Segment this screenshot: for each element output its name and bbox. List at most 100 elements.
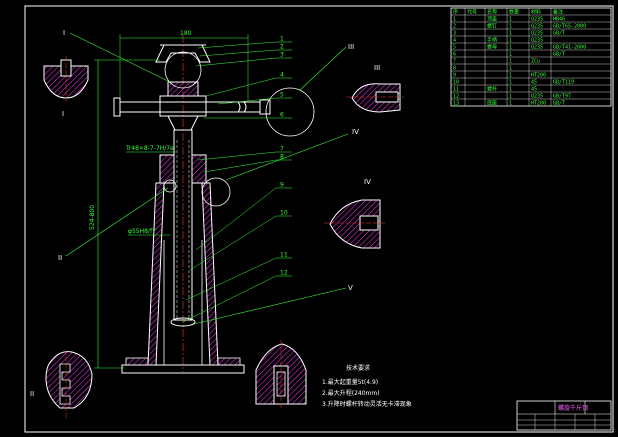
title-block: 螺旋千斤顶 bbox=[516, 400, 612, 431]
parts-table-cell: 1 bbox=[509, 38, 512, 44]
parts-table-cell: 5 bbox=[453, 45, 456, 51]
parts-table-cell: 7 bbox=[453, 59, 456, 65]
handle-end-left bbox=[113, 97, 121, 117]
parts-table-cell: 1 bbox=[509, 101, 512, 107]
main-assembly-view: 180 524-800 Tr48×8-7-7H/7e φ55H8/f7 1234… bbox=[58, 29, 359, 374]
part-number-label: 2 bbox=[280, 44, 284, 51]
part-number-label: 10 bbox=[280, 210, 288, 217]
parts-table-cell: 9 bbox=[453, 73, 456, 79]
detail-view-II: II bbox=[30, 350, 93, 418]
parts-table-cell: Q235 bbox=[531, 94, 543, 100]
detail-II-label-below: II bbox=[30, 390, 34, 398]
cad-drawing: 序 代号 名称 数量 材料 备注 1 顶盖 1 Q235 HB46 2 螺钉 1 Q235 GB/T65-20… bbox=[24, 5, 614, 433]
part-number-label: 5 bbox=[280, 92, 284, 99]
dim-overall-height-text: 524-800 bbox=[89, 205, 96, 230]
part-number-label: 6 bbox=[280, 112, 284, 119]
parts-table-cell: 1 bbox=[509, 73, 512, 79]
parts-table-cell: ZCu bbox=[531, 59, 540, 65]
detail-view-V bbox=[255, 340, 307, 410]
tech-notes: 技术要求 1.最大起重量5t(4.9) 2.最大升程(240mm) 3.升降时螺… bbox=[322, 364, 412, 408]
parts-table-cell: 3 bbox=[453, 31, 456, 37]
parts-table-cell: GB/T65-2000 bbox=[553, 24, 586, 30]
head-block bbox=[167, 81, 199, 97]
parts-table-cell: 1 bbox=[509, 24, 512, 30]
part-number-label: 4 bbox=[280, 72, 284, 79]
parts-table-cell: 螺钉 bbox=[487, 23, 497, 30]
base-left-wall bbox=[147, 182, 165, 366]
part-leader-line bbox=[189, 215, 277, 271]
parts-table-cell: GB/T bbox=[553, 31, 565, 37]
detail-view-IV: IV bbox=[324, 178, 386, 249]
leader-view-IV bbox=[225, 133, 349, 181]
part-leader-line bbox=[182, 275, 277, 323]
detail-IV-label: IV bbox=[364, 178, 371, 186]
view-label-I: I bbox=[63, 29, 65, 37]
detail-I-label-below: I bbox=[62, 110, 64, 118]
parts-table-cell: 手柄 bbox=[487, 37, 497, 44]
view-label-V: V bbox=[348, 284, 353, 292]
parts-table-cell: 8 bbox=[453, 66, 456, 72]
parts-table-cell: 1 bbox=[509, 17, 512, 23]
parts-table-cell: 45 bbox=[531, 87, 537, 93]
parts-table-cell: Q235 bbox=[531, 38, 543, 44]
parts-table-cell: Q235 bbox=[531, 31, 543, 37]
parts-table-cell: Q235 bbox=[531, 24, 543, 30]
part-leader-line bbox=[203, 159, 277, 173]
parts-table-cell: HT200 bbox=[531, 101, 546, 107]
view-label-IV: IV bbox=[352, 128, 359, 136]
dim-fit-1-text: Tr48×8-7-7H/7e bbox=[125, 145, 174, 152]
base-right-wall bbox=[201, 182, 219, 366]
parts-table-cell: 螺母 bbox=[487, 44, 497, 51]
tech-note-2: 2.最大升程(240mm) bbox=[322, 389, 380, 397]
parts-table-cell: HB46 bbox=[553, 17, 565, 23]
tech-note-1: 1.最大起重量5t(4.9) bbox=[322, 378, 378, 386]
parts-table-cell: 1 bbox=[509, 52, 512, 58]
detail-II-thread bbox=[59, 363, 71, 405]
dim-fit-2-text: φ55H8/f7 bbox=[128, 228, 156, 235]
parts-table-header-cell: 备注 bbox=[553, 9, 563, 16]
parts-table-cell: 1 bbox=[509, 45, 512, 51]
base-flange-right-hatch bbox=[217, 357, 241, 366]
parts-table-cell: 4 bbox=[453, 38, 456, 44]
tech-notes-heading: 技术要求 bbox=[346, 364, 370, 372]
part-number-label: 3 bbox=[280, 52, 284, 59]
parts-table-cell: 顶盖 bbox=[487, 16, 497, 23]
parts-table-header-cell: 数量 bbox=[509, 9, 519, 16]
part-leader-line bbox=[199, 49, 277, 57]
part-number-label: 7 bbox=[280, 146, 284, 153]
parts-table: 序 代号 名称 数量 材料 备注 1 顶盖 1 Q235 HB46 2 螺钉 1 Q235 GB/T65-20… bbox=[450, 7, 612, 107]
base-flange-left-hatch bbox=[125, 357, 149, 366]
detail-III-slot bbox=[375, 91, 399, 103]
part-number-label: 12 bbox=[280, 270, 288, 277]
parts-table-header-cell: 名称 bbox=[487, 9, 497, 16]
parts-table-cell: GB/T bbox=[553, 52, 565, 58]
detail-view-I: I bbox=[43, 56, 89, 118]
parts-table-cell: Q235 bbox=[531, 17, 543, 23]
parts-table-cell: 10 bbox=[453, 80, 459, 86]
parts-table-cell: 6 bbox=[453, 52, 456, 58]
part-leader-line bbox=[197, 41, 277, 49]
nut-left bbox=[159, 154, 175, 184]
parts-table-cell: GB/T41-2000 bbox=[553, 45, 586, 51]
parts-table-cell: Q235 bbox=[531, 45, 543, 51]
leader-view-V bbox=[193, 287, 347, 325]
detail-III-label: III bbox=[374, 64, 380, 72]
detail-circle-handle bbox=[265, 87, 315, 137]
parts-table-cell: 1 bbox=[509, 94, 512, 100]
parts-table-header-cell: 序 bbox=[453, 9, 458, 16]
parts-table-header-cell: 材料 bbox=[531, 9, 541, 16]
part-leader-line bbox=[205, 77, 277, 97]
parts-table-cell: 1 bbox=[509, 66, 512, 72]
parts-table-cell: GB/T bbox=[553, 101, 565, 107]
parts-table-cell: 底座 bbox=[487, 100, 497, 107]
part-number-label: 1 bbox=[280, 36, 284, 43]
parts-table-cell: 1 bbox=[509, 59, 512, 65]
leader-view-II bbox=[65, 187, 169, 257]
part-leader-line bbox=[197, 151, 277, 161]
parts-table-cell: 螺杆 bbox=[487, 86, 497, 93]
part-number-label: 11 bbox=[280, 252, 288, 259]
dim-top-width-text: 180 bbox=[180, 30, 192, 37]
leader-view-III bbox=[299, 46, 347, 91]
parts-table-cell: 2 bbox=[453, 24, 456, 30]
tech-note-3: 3.升降时螺杆转动灵活无卡滞现象 bbox=[322, 400, 412, 408]
